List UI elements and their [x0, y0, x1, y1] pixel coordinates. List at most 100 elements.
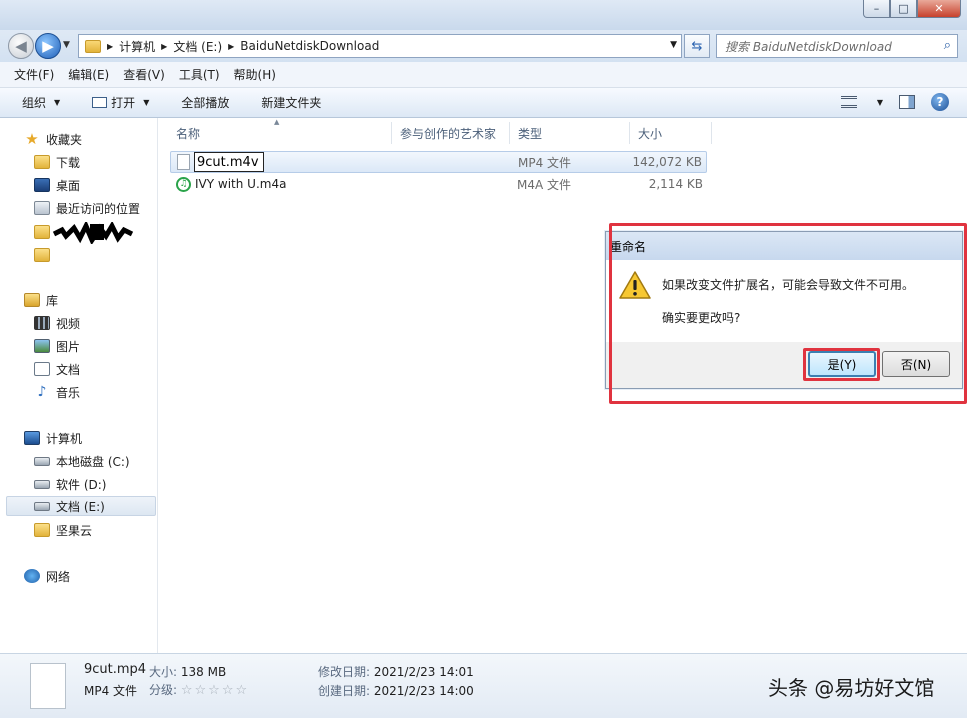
play-all-button[interactable]: 全部播放 — [181, 94, 229, 111]
nav-item-music[interactable]: ♪ 音乐 — [34, 382, 80, 402]
preview-pane-icon[interactable] — [899, 95, 915, 109]
nav-item-drive-d[interactable]: 软件 (D:) — [34, 474, 106, 494]
folder-icon — [34, 248, 50, 262]
open-window-icon — [92, 97, 108, 108]
nav-label: 计算机 — [46, 431, 83, 446]
file-type: MP4 文件 — [518, 155, 572, 170]
menu-file[interactable]: 文件(F) — [14, 66, 54, 83]
menu-tools[interactable]: 工具(T) — [179, 66, 220, 83]
play-all-label: 全部播放 — [181, 96, 230, 110]
breadcrumb-folder[interactable]: BaiduNetdiskDownload — [240, 39, 379, 53]
nav-item-documents[interactable]: 文档 — [34, 359, 80, 379]
details-size: 大小: 138 MB — [149, 665, 227, 679]
redaction-scribble — [52, 222, 134, 244]
close-button[interactable]: ✕ — [917, 0, 961, 18]
folder-icon — [34, 523, 50, 537]
chevron-right-icon[interactable]: ▶ — [161, 42, 167, 51]
details-rating[interactable]: 分级: ☆☆☆☆☆ — [149, 681, 249, 698]
back-arrow-icon: ◀ — [15, 37, 27, 55]
menu-help[interactable]: 帮助(H) — [234, 66, 276, 83]
documents-icon — [34, 362, 50, 376]
address-dropdown-icon[interactable]: ▼ — [670, 40, 677, 50]
column-label: 大小 — [638, 126, 663, 141]
nav-label: 音乐 — [56, 385, 81, 400]
folder-icon — [85, 39, 101, 53]
file-size: 2,114 KB — [648, 177, 703, 191]
nav-library[interactable]: 库 — [24, 290, 58, 310]
computer-icon — [24, 431, 40, 445]
new-folder-button[interactable]: 新建文件夹 — [261, 94, 321, 111]
desktop-icon — [34, 178, 50, 192]
nav-item-desktop[interactable]: 桌面 — [34, 175, 80, 195]
column-type[interactable]: 类型 — [510, 122, 630, 144]
nav-favorites[interactable]: ★ 收藏夹 — [24, 129, 82, 149]
file-row[interactable]: ♫ IVY with U.m4a M4A 文件 2,114 KB — [170, 173, 707, 195]
chevron-right-icon[interactable]: ▶ — [107, 42, 113, 51]
search-icon[interactable]: ⌕ — [944, 38, 951, 53]
caret-down-icon: ▼ — [143, 98, 150, 107]
column-size[interactable]: 大小 — [630, 122, 712, 144]
history-dropdown-icon[interactable]: ▼ — [63, 40, 70, 50]
nav-item-drive-c[interactable]: 本地磁盘 (C:) — [34, 451, 130, 471]
nav-network[interactable]: 网络 — [24, 566, 70, 586]
change-view-icon[interactable] — [840, 96, 857, 108]
column-name[interactable]: ▲ 名称 — [168, 118, 392, 144]
nav-label: 文档 (E:) — [56, 499, 105, 514]
search-input[interactable]: 搜索 BaiduNetdiskDownload ⌕ — [716, 34, 958, 58]
nav-item-drive-e[interactable]: 文档 (E:) — [6, 496, 156, 516]
watermark-text: 头条 @易坊好文馆 — [768, 676, 935, 700]
file-type: M4A 文件 — [517, 177, 572, 192]
file-icon — [177, 154, 190, 170]
nav-label: 软件 (D:) — [56, 477, 107, 492]
star-icon: ★ — [25, 130, 39, 148]
audio-file-icon: ♫ — [176, 176, 191, 192]
nav-computer[interactable]: 计算机 — [24, 428, 82, 448]
nav-label: 库 — [46, 293, 59, 308]
nav-item-downloads[interactable]: 下载 — [34, 152, 80, 172]
nav-label: 网络 — [46, 569, 71, 584]
breadcrumb-drive[interactable]: 文档 (E:) — [173, 38, 222, 55]
breadcrumb-computer[interactable]: 计算机 — [119, 38, 155, 55]
nav-item-recent[interactable]: 最近访问的位置 — [34, 198, 140, 218]
rename-input[interactable]: 9cut.m4v — [194, 152, 264, 172]
nav-item-hidden-2[interactable] — [34, 245, 50, 265]
address-row: ◀ ▶ ▼ ▶ 计算机 ▶ 文档 (E:) ▶ BaiduNetdiskDown… — [0, 30, 967, 62]
view-dropdown-icon[interactable]: ▼ — [877, 98, 883, 107]
file-row[interactable]: 9cut.m4v MP4 文件 142,072 KB — [170, 151, 707, 173]
file-preview-icon — [30, 663, 66, 709]
organize-button[interactable]: 组织 ▼ — [22, 94, 60, 111]
minimize-button[interactable]: – — [863, 0, 890, 18]
nav-item-hidden-1[interactable] — [34, 222, 50, 242]
yes-button-highlight-box — [803, 348, 880, 381]
command-bar: 组织 ▼ 打开 ▼ 全部播放 新建文件夹 ▼ ? — [0, 88, 967, 118]
drive-icon — [34, 501, 50, 511]
back-button[interactable]: ◀ — [8, 33, 34, 59]
open-button[interactable]: 打开 ▼ — [92, 94, 149, 111]
details-modified: 修改日期: 2021/2/23 14:01 — [318, 665, 474, 679]
dialog-highlight-box — [609, 223, 967, 404]
menu-view[interactable]: 查看(V) — [123, 66, 165, 83]
new-folder-label: 新建文件夹 — [261, 96, 322, 110]
forward-button[interactable]: ▶ — [35, 33, 61, 59]
refresh-button[interactable]: ⇆ — [684, 34, 710, 58]
menu-bar: 文件(F) 编辑(E) 查看(V) 工具(T) 帮助(H) — [0, 62, 967, 88]
nav-item-pictures[interactable]: 图片 — [34, 336, 80, 356]
chevron-right-icon[interactable]: ▶ — [228, 42, 234, 51]
details-filetype: MP4 文件 — [84, 684, 138, 698]
folder-icon — [34, 225, 50, 239]
nav-label: 文档 — [56, 362, 81, 377]
nav-label: 视频 — [56, 316, 81, 331]
pictures-icon — [34, 339, 50, 353]
refresh-icon: ⇆ — [691, 38, 703, 54]
maximize-button[interactable]: □ — [890, 0, 917, 18]
nav-item-videos[interactable]: 视频 — [34, 313, 80, 333]
address-bar[interactable]: ▶ 计算机 ▶ 文档 (E:) ▶ BaiduNetdiskDownload ▼ — [78, 34, 682, 58]
column-artist[interactable]: 参与创作的艺术家 — [392, 122, 510, 144]
nav-label: 最近访问的位置 — [56, 201, 141, 216]
menu-edit[interactable]: 编辑(E) — [68, 66, 109, 83]
nav-item-jianguoyun[interactable]: 坚果云 — [34, 520, 92, 540]
help-icon[interactable]: ? — [931, 93, 949, 111]
file-size: 142,072 KB — [632, 155, 702, 169]
video-icon — [34, 316, 50, 330]
library-icon — [24, 293, 40, 307]
